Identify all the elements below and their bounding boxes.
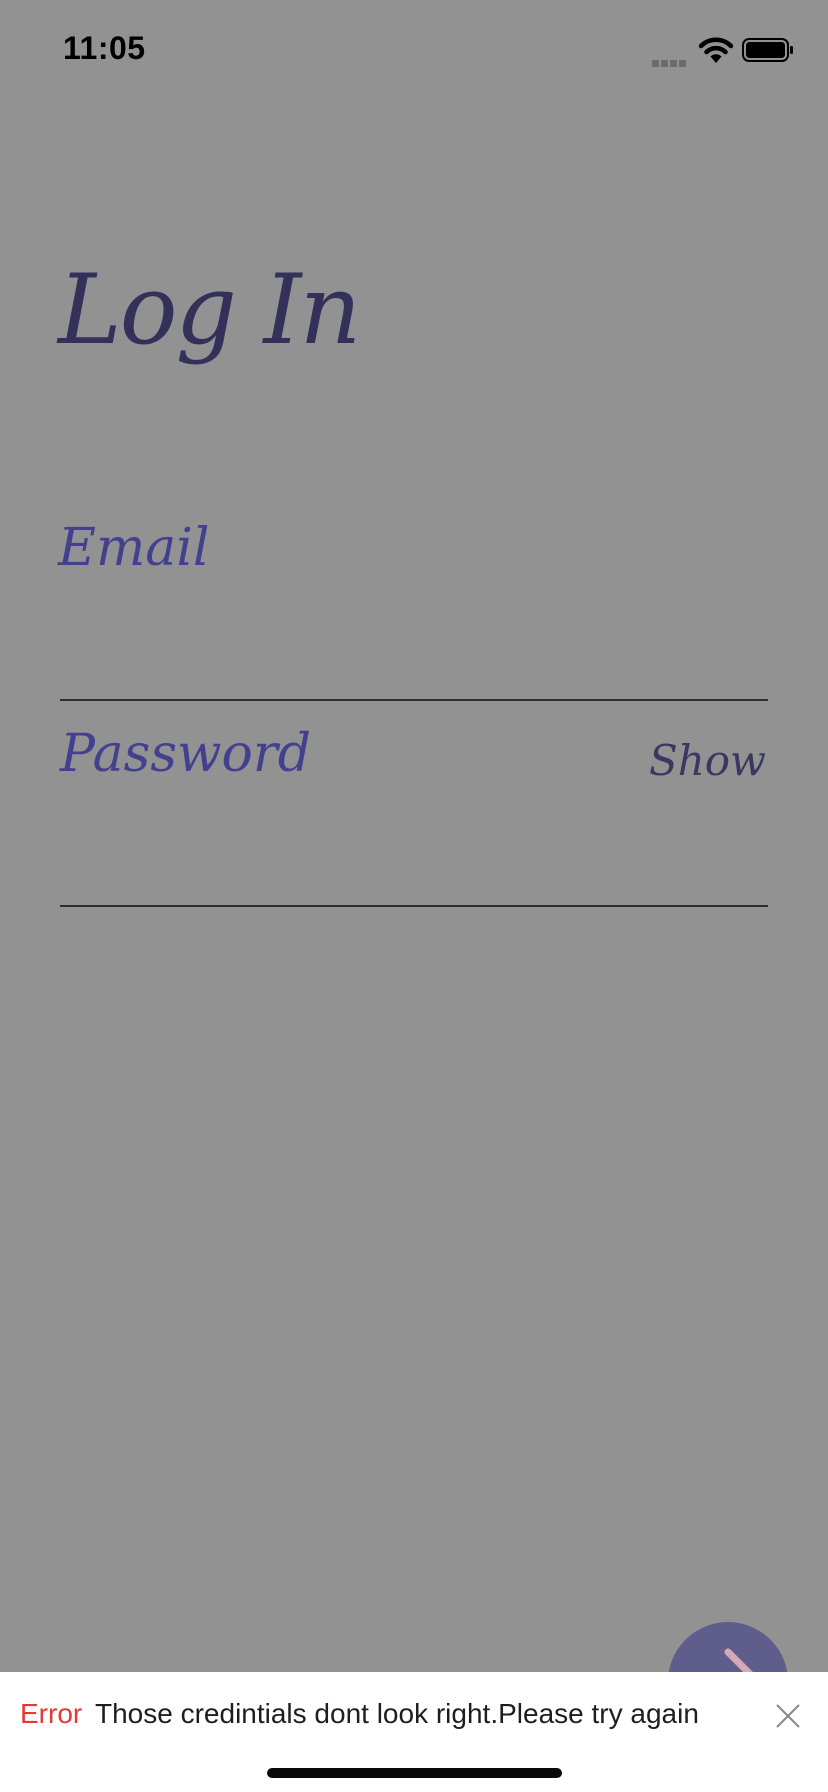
- email-label: Email: [58, 518, 210, 578]
- snackbar-error-label: Error: [20, 1698, 83, 1729]
- email-underline: [60, 699, 768, 701]
- wifi-icon: [698, 36, 734, 64]
- home-indicator: [267, 1768, 562, 1778]
- password-underline: [60, 905, 768, 907]
- password-input[interactable]: [60, 828, 768, 888]
- password-label: Password: [60, 724, 311, 784]
- show-password-button[interactable]: Show: [649, 740, 766, 782]
- error-snackbar: Error Those credintials dont look right.…: [0, 1672, 828, 1792]
- page-title: Log In: [58, 254, 361, 366]
- login-screen: 11:05 Log In Email Password Show Error T…: [0, 0, 828, 1792]
- email-input[interactable]: [60, 622, 768, 682]
- close-icon[interactable]: [774, 1702, 802, 1730]
- status-bar: 11:05: [0, 0, 828, 100]
- status-time: 11:05: [63, 30, 146, 66]
- snackbar-message: Those credintials dont look right.Please…: [95, 1698, 699, 1729]
- cellular-signal-icon: [652, 54, 690, 67]
- battery-icon: [742, 38, 794, 62]
